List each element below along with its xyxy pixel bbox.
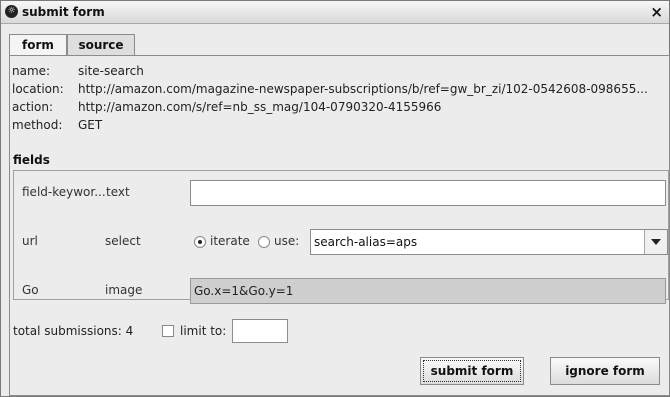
- chevron-down-icon[interactable]: [644, 230, 667, 254]
- limit-input[interactable]: [232, 319, 288, 343]
- submit-form-button[interactable]: submit form: [420, 357, 524, 385]
- submit-form-dialog: ☼ submit form × form source name: site-s…: [0, 0, 670, 397]
- use-label: use:: [274, 234, 300, 248]
- limit-checkbox[interactable]: [162, 325, 174, 337]
- iterate-radio[interactable]: [194, 236, 206, 248]
- location-label: location:: [12, 82, 64, 96]
- title-bar: ☼ submit form ×: [1, 1, 669, 24]
- url-select[interactable]: search-alias=aps: [310, 229, 668, 255]
- use-radio[interactable]: [258, 236, 270, 248]
- form-tab-panel: name: site-search location: http://amazo…: [9, 55, 670, 396]
- total-submissions-label: total submissions: 4: [13, 324, 134, 338]
- iterate-label: iterate: [210, 234, 250, 248]
- method-label: method:: [12, 118, 63, 132]
- ignore-form-button[interactable]: ignore form: [550, 357, 660, 385]
- limit-label: limit to:: [180, 324, 227, 338]
- field-go-name: Go: [22, 283, 39, 297]
- close-button[interactable]: ×: [650, 3, 663, 21]
- field-go-value-text: Go.x=1&Go.y=1: [194, 284, 294, 298]
- field-keywords-type: text: [106, 185, 130, 199]
- name-label: name:: [12, 64, 51, 78]
- fields-heading: fields: [13, 153, 50, 167]
- url-select-value: search-alias=aps: [314, 235, 418, 249]
- field-keywords-input[interactable]: [190, 180, 666, 206]
- field-url-type: select: [105, 234, 141, 248]
- method-value: GET: [78, 118, 103, 132]
- field-keywords-name: field-keywor...: [22, 185, 106, 199]
- location-value: http://amazon.com/magazine-newspaper-sub…: [78, 82, 648, 96]
- window-title: submit form: [22, 5, 105, 19]
- name-value: site-search: [78, 64, 144, 78]
- field-go-type: image: [105, 283, 143, 297]
- app-icon: ☼: [5, 5, 18, 18]
- action-label: action:: [12, 100, 53, 114]
- field-go-value: Go.x=1&Go.y=1: [190, 278, 666, 304]
- tab-source[interactable]: source: [67, 34, 135, 55]
- field-url-name: url: [22, 234, 38, 248]
- radio-selected-dot: [198, 240, 202, 244]
- action-value: http://amazon.com/s/ref=nb_ss_mag/104-07…: [78, 100, 442, 114]
- tab-form[interactable]: form: [9, 34, 67, 56]
- fields-box: field-keywor... text url select iterate …: [13, 170, 669, 304]
